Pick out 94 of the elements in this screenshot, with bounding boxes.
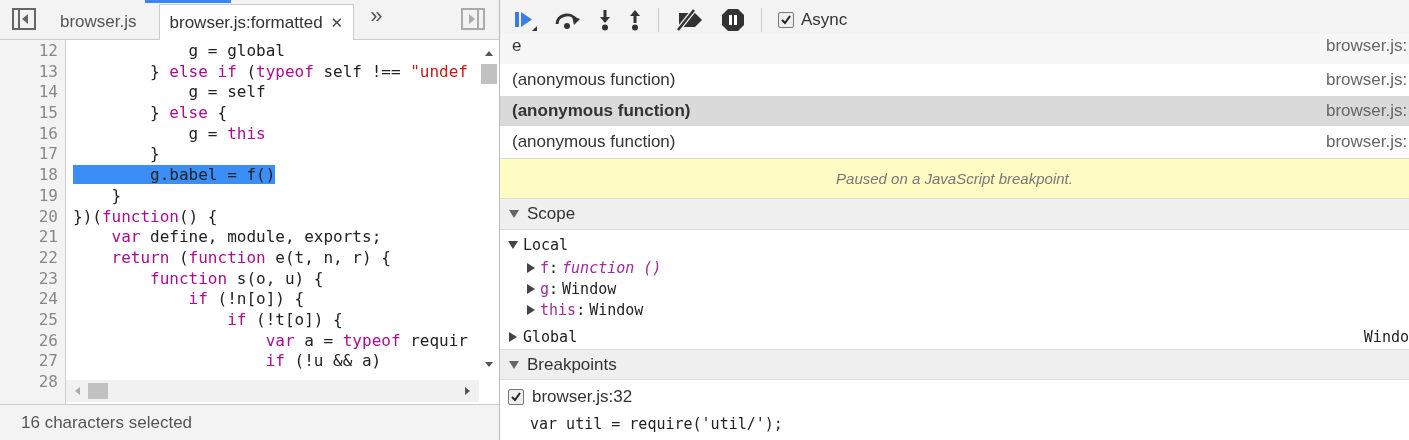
close-icon[interactable]: ✕ (330, 13, 344, 32)
disclosure-icon (509, 209, 519, 219)
disclosure-icon (508, 331, 518, 342)
scrollbar-thumb[interactable] (481, 64, 497, 84)
line-number: 23 (37, 268, 58, 290)
line-number: 27 (37, 351, 58, 372)
variable-value: Window (589, 300, 644, 319)
code-line: g = self (187, 82, 266, 104)
section-header[interactable]: Breakpoints (500, 349, 1409, 380)
line-number: 25 (37, 309, 58, 331)
line-number: 14 (37, 82, 58, 104)
scope-item[interactable]: Global Windo (500, 324, 1409, 349)
disclosure-icon (509, 359, 519, 370)
scroll-right-icon[interactable] (465, 386, 471, 396)
colon: : (549, 258, 559, 277)
variable-name: g (540, 279, 550, 298)
function-name: e (512, 35, 522, 57)
variable-value: Window (562, 279, 617, 298)
check-icon (780, 13, 792, 26)
line-number: 20 (37, 206, 58, 228)
source-location[interactable]: browser.js: (1326, 70, 1409, 90)
async-checkbox[interactable]: Async (778, 9, 848, 30)
scrollbar-thumb[interactable] (88, 383, 108, 399)
line-number: 21 (37, 227, 58, 248)
line-number: 15 (37, 103, 58, 124)
line-number: 22 (37, 247, 58, 269)
check-icon (510, 391, 522, 403)
breakpoint-label[interactable]: browser.js:32 (532, 387, 633, 407)
line-number: 19 (37, 185, 58, 207)
variable-name: this (540, 300, 577, 319)
code-line: if (!u && a) (264, 351, 382, 372)
breakpoint-code: var util = require('util/'); (530, 415, 784, 433)
editor-tab[interactable]: browser.js:formatted ✕ (158, 4, 355, 40)
horizontal-scrollbar[interactable] (66, 380, 479, 402)
call-frame-row[interactable]: (anonymous function) browser.js: (500, 96, 1409, 127)
code-line: } else { (149, 103, 228, 124)
line-number: 13 (37, 61, 58, 83)
source-location[interactable]: browser.js: (1326, 101, 1409, 121)
editor-tab[interactable]: browser.js (50, 5, 147, 39)
function-name: (anonymous function) (512, 101, 691, 121)
code-line: } (110, 185, 122, 207)
line-number: 26 (37, 330, 58, 352)
line-number: 12 (37, 41, 58, 62)
scope-name: Global (523, 327, 578, 346)
section-title: Breakpoints (527, 354, 617, 375)
sidebar-toggle-icon[interactable] (12, 8, 36, 30)
colon: : (549, 279, 559, 298)
breakpoint-checkbox[interactable] (508, 389, 524, 405)
line-number: 16 (37, 123, 58, 145)
code-line: g = global (187, 41, 285, 62)
code-line: g = this (187, 123, 266, 145)
scope-value: Windo (1363, 327, 1409, 346)
scope-name: Local (523, 236, 569, 254)
disclosure-icon (508, 240, 518, 250)
call-frame-row[interactable]: e browser.js: (500, 34, 1409, 65)
colon: : (576, 300, 586, 319)
step-out-icon[interactable] (628, 8, 642, 31)
paused-message: Paused on a JavaScript breakpoint. (500, 158, 1409, 199)
function-name: (anonymous function) (512, 132, 676, 152)
section-title: Scope (527, 204, 576, 224)
step-into-icon[interactable] (598, 8, 612, 31)
section-header[interactable]: Scope (500, 199, 1409, 230)
code-line: if (!t[o]) { (226, 309, 343, 331)
variable-row[interactable]: this: Window (500, 299, 1409, 320)
variable-row[interactable]: f: function () (500, 257, 1409, 278)
scroll-up-icon[interactable] (484, 50, 494, 56)
pause-icon[interactable] (721, 7, 745, 32)
source-location[interactable]: browser.js: (1326, 34, 1409, 58)
code-line: } (149, 144, 160, 166)
line-number: 17 (37, 144, 58, 166)
code-line: } else if (typeof self !== "undef (149, 61, 468, 83)
more-tabs-button[interactable]: » (370, 3, 383, 29)
function-name: (anonymous function) (512, 70, 676, 90)
code-line: if (!n[o]) { (187, 289, 305, 310)
line-number: 24 (37, 289, 58, 310)
code-line: var define, module, exports; (110, 227, 382, 248)
disclosure-icon (526, 304, 536, 315)
code-line: var a = typeof requir (264, 330, 468, 352)
disclosure-icon (526, 283, 536, 294)
code-line: })(function() { (73, 206, 218, 228)
scroll-down-icon[interactable] (484, 362, 494, 368)
line-number: 18 (37, 165, 58, 186)
disclosure-icon (526, 262, 536, 273)
variable-name: f (540, 258, 550, 277)
code-line: function s(o, u) { (149, 268, 324, 290)
source-location[interactable]: browser.js: (1326, 132, 1409, 152)
variable-value: function () (562, 258, 662, 277)
line-number: 28 (37, 372, 58, 393)
code-line: return (function e(t, n, r) { (110, 247, 391, 269)
deactivate-breakpoints-icon[interactable] (675, 8, 705, 31)
status-bar: 16 characters selected (0, 404, 499, 440)
sidebar-toggle-icon[interactable] (461, 8, 485, 30)
variable-row[interactable]: g: Window (500, 278, 1409, 299)
scope-item[interactable]: Local (500, 233, 1409, 257)
